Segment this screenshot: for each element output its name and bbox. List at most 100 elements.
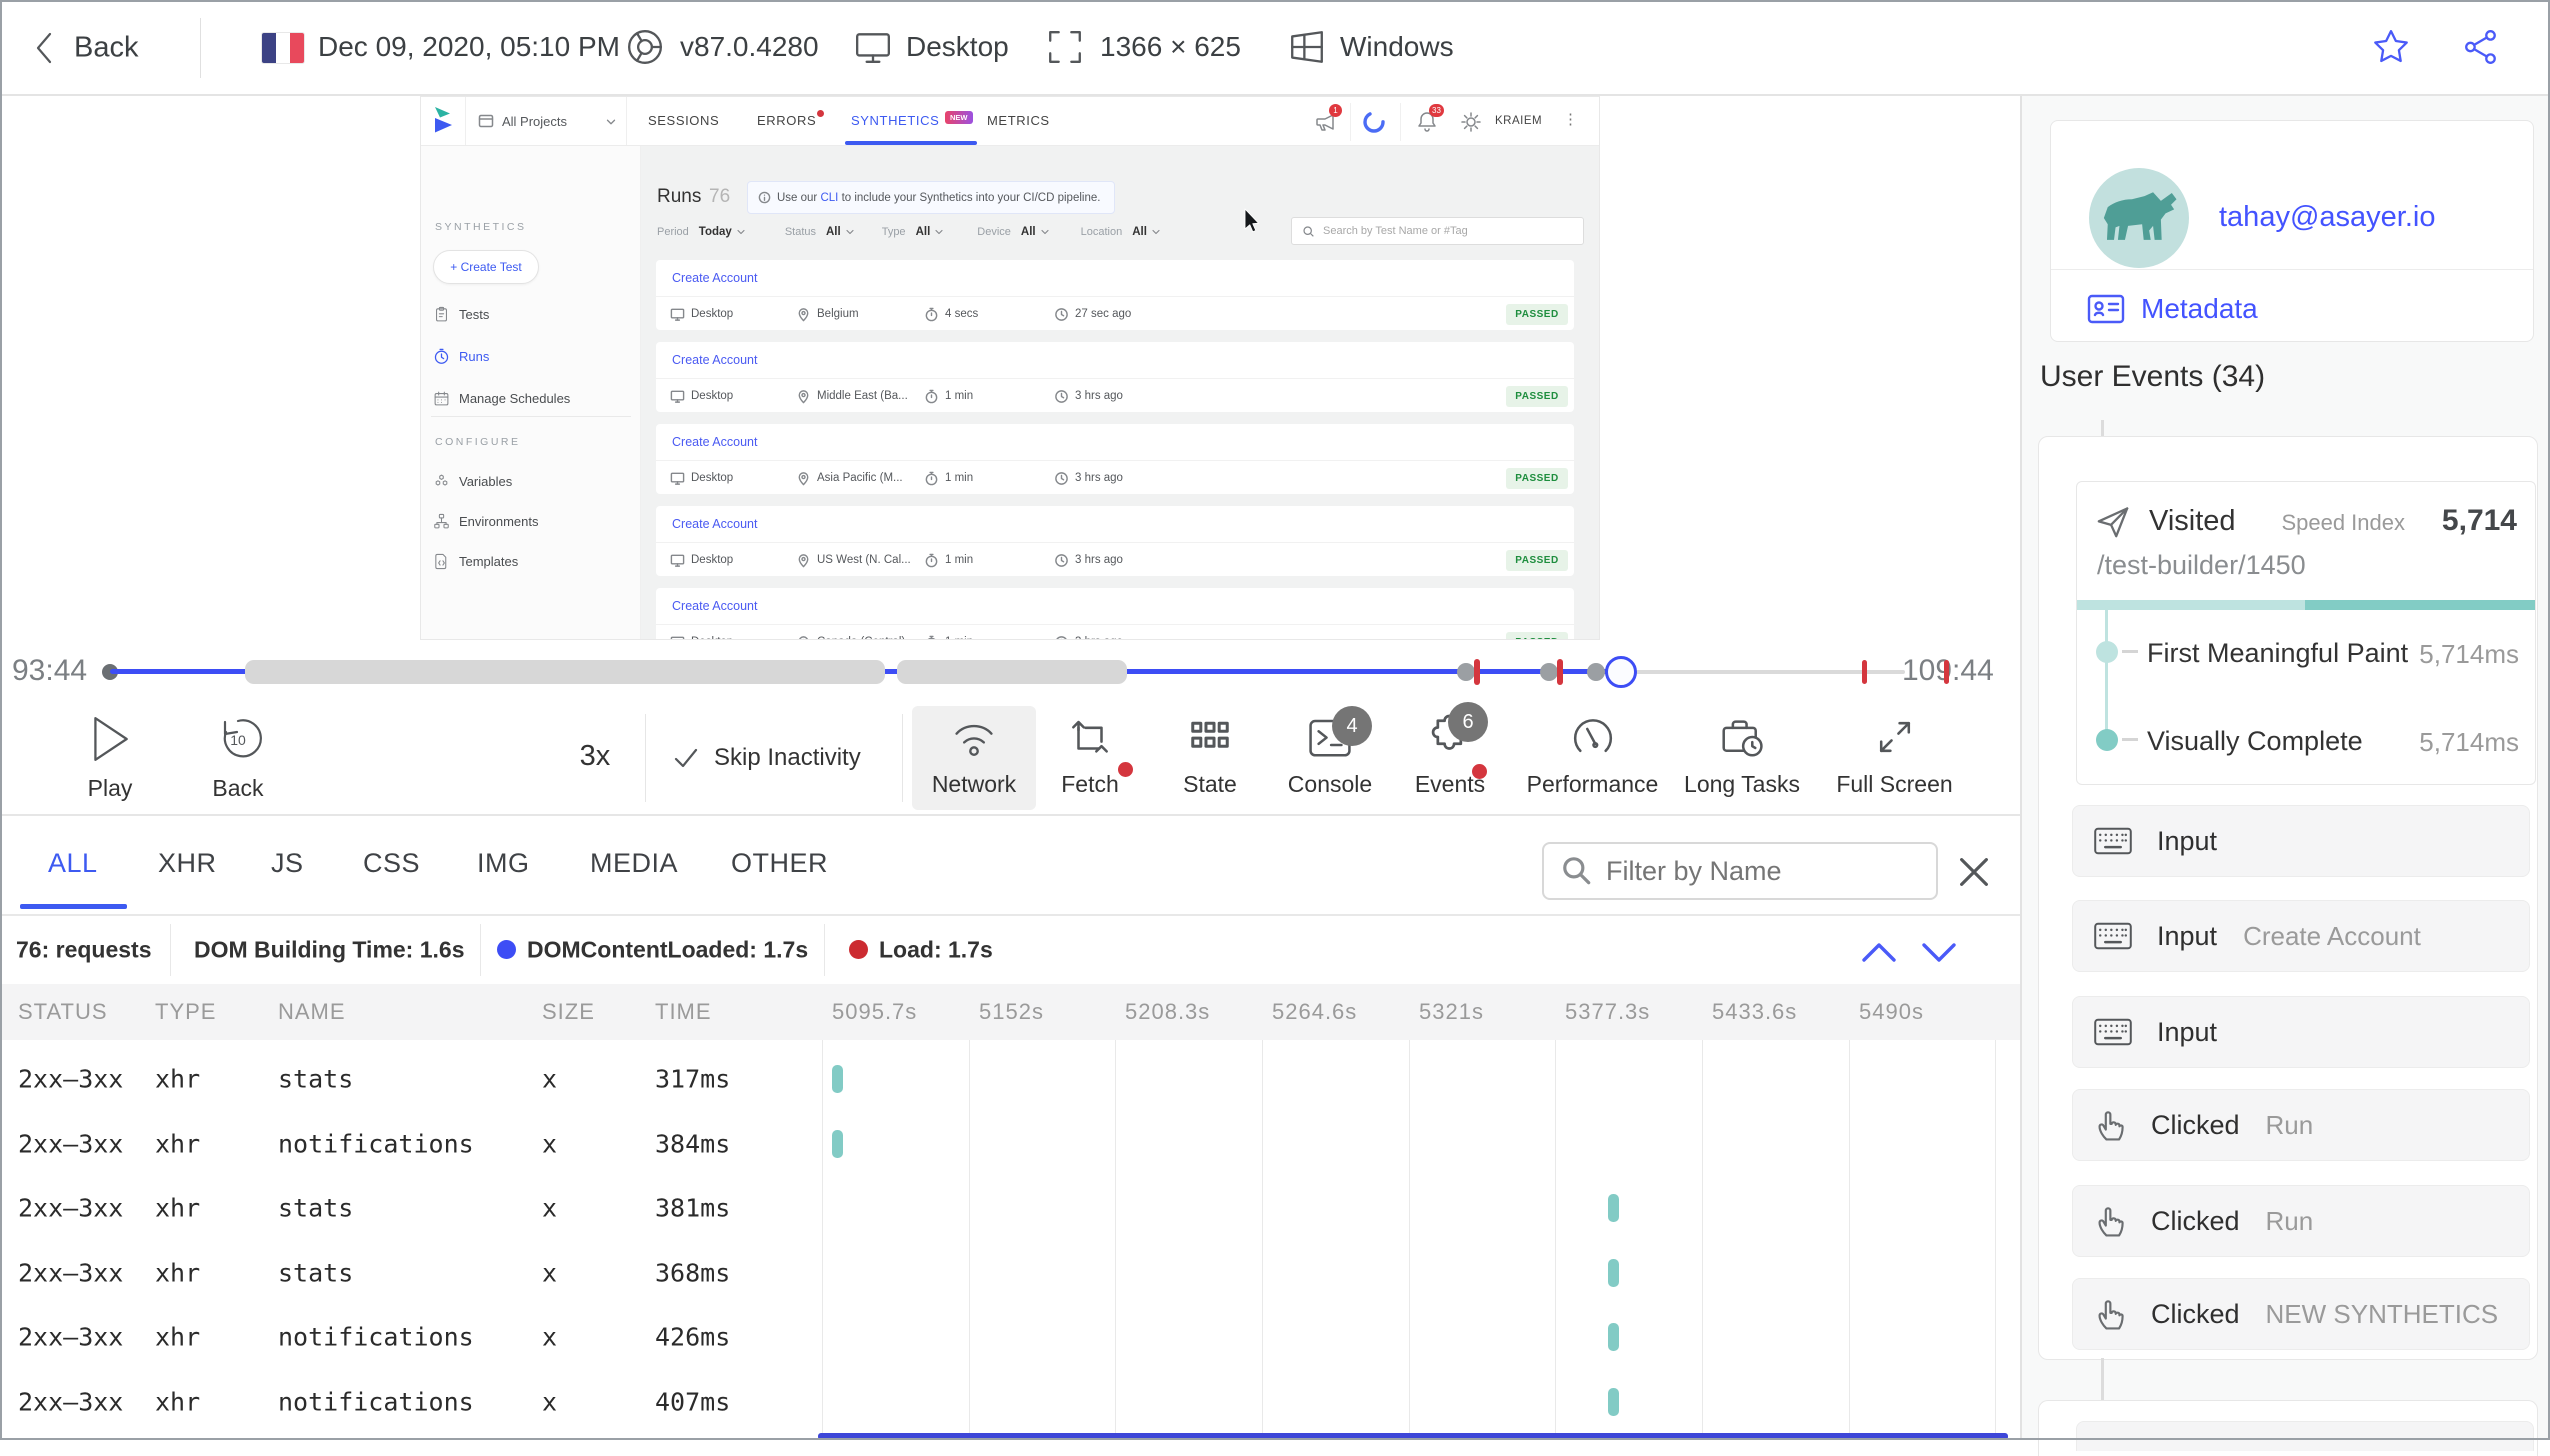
tab-js[interactable]: JS	[271, 848, 304, 879]
player-timeline[interactable]: 93:44 109:44	[0, 640, 2020, 700]
tab-media[interactable]: MEDIA	[590, 848, 678, 879]
chevron-down-icon	[737, 229, 745, 235]
run-duration: 1 min	[924, 631, 973, 639]
panel-button-long-tasks[interactable]: Long Tasks	[1662, 714, 1822, 798]
waterfall-bar	[832, 1065, 843, 1093]
panel-button-console[interactable]: Console 4	[1270, 706, 1390, 798]
metric-name: First Meaningful Paint	[2147, 638, 2409, 668]
runs-filters: Period Today Status All Type All Device …	[657, 222, 1162, 242]
filter-input[interactable]	[1606, 846, 1926, 896]
back-label: Back	[74, 31, 139, 64]
speed-button[interactable]: 3x	[560, 740, 630, 773]
runs-title: Runs	[657, 186, 702, 207]
table-row[interactable]: 2xx–3xx xhr notifications x 407ms	[0, 1370, 2020, 1434]
event-value: Create Account	[2243, 920, 2421, 951]
divider	[656, 460, 1574, 461]
table-row[interactable]: 2xx–3xx xhr notifications x 384ms	[0, 1112, 2020, 1176]
panel-button-network[interactable]: Network	[912, 706, 1036, 810]
run-location: US West (N. Cal...	[796, 549, 911, 571]
tab-all[interactable]: ALL	[48, 848, 98, 879]
run-location: Canada (Central)...	[796, 631, 915, 639]
runs-count: 76	[709, 186, 731, 207]
chevron-down-icon[interactable]	[1916, 938, 1962, 966]
table-row[interactable]: 2xx–3xx xhr notifications x 426ms	[0, 1305, 2020, 1369]
cursor-pointer	[1244, 208, 1260, 233]
user-email[interactable]: tahay@asayer.io	[2219, 201, 2435, 234]
table-row[interactable]: 2xx–3xx xhr stats x 381ms	[0, 1176, 2020, 1240]
monitor-icon	[670, 554, 685, 567]
playhead[interactable]	[1605, 656, 1637, 688]
svg-text:10: 10	[230, 732, 246, 748]
panel-button-fetch[interactable]: Fetch	[1030, 714, 1150, 798]
hand-pointer-icon	[2098, 1111, 2124, 1141]
sidebar-section-label: CONFIGURE	[435, 436, 521, 448]
divider	[431, 416, 631, 417]
divider	[480, 924, 481, 976]
time-tick: 5377.3s	[1565, 999, 1651, 1024]
table-row[interactable]: 2xx–3xx xhr stats x 368ms	[0, 1241, 2020, 1305]
run-title: Create Account	[672, 517, 758, 531]
event-dot	[1457, 663, 1475, 681]
monitor-icon	[856, 33, 890, 63]
paint-progress-light	[2077, 600, 2305, 610]
event-card-clicked[interactable]: Clicked NEW SYNTHETICS	[2072, 1278, 2530, 1350]
speed-index-label: Speed Index	[2281, 510, 2405, 535]
metadata-button[interactable]: Metadata	[2087, 293, 2258, 325]
panel-button-performance[interactable]: Performance	[1510, 714, 1675, 798]
sidebar-item-label: Variables	[459, 473, 513, 489]
skip-inactivity-toggle[interactable]: Skip Inactivity	[672, 744, 892, 772]
next-events-container	[2038, 1400, 2538, 1456]
event-card-input[interactable]: Input	[2072, 805, 2530, 877]
briefcase-clock-icon	[1722, 720, 1763, 757]
tab-css[interactable]: CSS	[363, 848, 420, 879]
run-device: Desktop	[670, 385, 733, 407]
event-card-input[interactable]: Input Create Account	[2072, 900, 2530, 972]
fetch-icon	[1072, 720, 1108, 753]
events-badge: 6	[1448, 702, 1488, 742]
chevron-down-icon	[606, 119, 616, 125]
fetch-alert-dot	[1118, 762, 1133, 777]
event-type: Clicked	[2151, 1109, 2240, 1140]
run-card: Create Account Desktop Canada (Central).…	[656, 588, 1574, 639]
sidebar-item-tests: Tests	[433, 301, 633, 327]
event-card-clicked[interactable]: Clicked Run	[2072, 1185, 2530, 1257]
chevron-down-icon	[1041, 229, 1049, 235]
hexagons-icon	[435, 474, 448, 486]
panel-button-fullscreen[interactable]: Full Screen	[1812, 714, 1977, 798]
close-icon[interactable]	[1956, 854, 1992, 890]
event-card-input[interactable]: Input	[2072, 996, 2530, 1068]
back-10-button[interactable]: 10 Back	[193, 714, 283, 802]
event-card-clicked[interactable]: Clicked Run	[2072, 1089, 2530, 1161]
tab-other[interactable]: OTHER	[731, 848, 828, 879]
visited-event-card[interactable]: Visited Speed Index 5,714 /test-builder/…	[2076, 481, 2536, 785]
event-type: Input	[2157, 825, 2218, 856]
filter-label: Type	[881, 226, 906, 238]
filter-value: All	[915, 226, 931, 238]
check-icon	[674, 748, 698, 768]
gauge-icon	[1573, 719, 1612, 753]
run-duration: 1 min	[924, 385, 973, 407]
error-marker	[1862, 660, 1867, 684]
run-ago: 3 hrs ago	[1054, 549, 1123, 571]
filter-value: All	[826, 226, 841, 238]
play-icon	[94, 717, 128, 761]
replayed-app-sidebar: SYNTHETICS + Create Test Tests Runs Mana…	[421, 146, 641, 639]
tab-xhr[interactable]: XHR	[158, 848, 217, 879]
star-icon[interactable]	[2372, 28, 2410, 66]
app-user-label: KRAIEM	[1495, 115, 1543, 127]
waterfall-scrollbar[interactable]	[818, 1433, 2008, 1440]
panel-button-state[interactable]: State	[1150, 714, 1270, 798]
tab-img[interactable]: IMG	[477, 848, 530, 879]
app-tab-sessions: SESSIONS	[648, 113, 720, 128]
time-tick: 5152s	[979, 999, 1044, 1024]
back-button[interactable]: Back	[30, 24, 180, 72]
panel-button-events[interactable]: Events 6	[1390, 702, 1510, 798]
divider	[824, 924, 825, 976]
waterfall-bar	[1608, 1388, 1619, 1416]
play-button[interactable]: Play	[70, 714, 150, 802]
active-tab-underline	[20, 904, 127, 909]
share-icon[interactable]	[2462, 28, 2500, 66]
metadata-label: Metadata	[2141, 293, 2258, 324]
chevron-up-icon[interactable]	[1856, 938, 1902, 966]
table-row[interactable]: 2xx–3xx xhr stats x 317ms	[0, 1047, 2020, 1111]
